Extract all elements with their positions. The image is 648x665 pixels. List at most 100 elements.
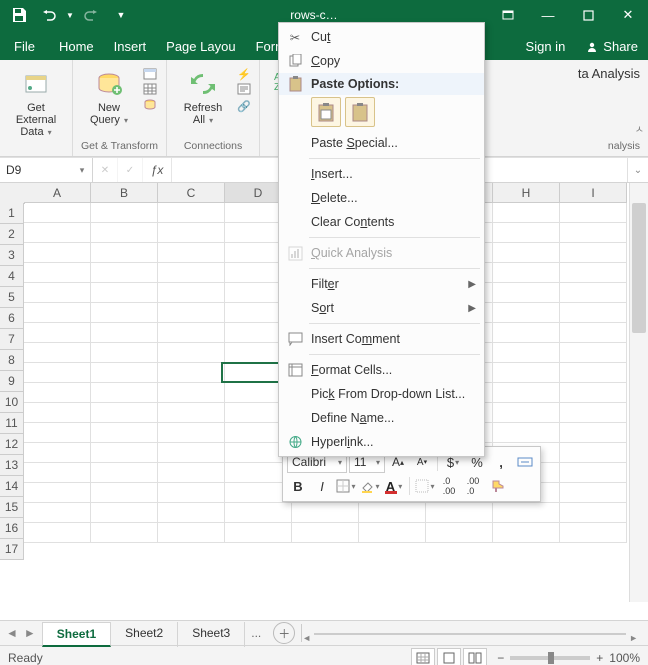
cm-cut[interactable]: ✂ Cut	[279, 25, 484, 49]
page-break-view-button[interactable]	[463, 648, 487, 665]
bold-button[interactable]: B	[287, 475, 309, 497]
cm-paste-special[interactable]: Paste Special...	[279, 131, 484, 155]
get-external-data-button[interactable]: Get External Data ▾	[8, 64, 64, 139]
cell[interactable]	[91, 243, 158, 263]
cell[interactable]	[24, 483, 91, 503]
cell[interactable]	[24, 423, 91, 443]
cell[interactable]	[493, 363, 560, 383]
cell[interactable]	[560, 383, 627, 403]
cell[interactable]	[560, 463, 627, 483]
cell[interactable]	[493, 203, 560, 223]
cell[interactable]	[24, 363, 91, 383]
name-box[interactable]: D9 ▾	[0, 158, 93, 182]
close-button[interactable]: ✕	[608, 0, 648, 30]
cell[interactable]	[493, 323, 560, 343]
cell[interactable]	[426, 523, 493, 543]
row-header[interactable]: 13	[0, 455, 24, 476]
cm-filter[interactable]: Filter ▶	[279, 272, 484, 296]
cm-pick-from-list[interactable]: Pick From Drop-down List...	[279, 382, 484, 406]
row-header[interactable]: 11	[0, 413, 24, 434]
cell[interactable]	[158, 223, 225, 243]
cell[interactable]	[24, 283, 91, 303]
decrease-decimal-button[interactable]: .00.0	[462, 475, 484, 497]
cell[interactable]	[493, 423, 560, 443]
cm-insert[interactable]: Insert...	[279, 162, 484, 186]
comma-button[interactable]: ,	[490, 451, 512, 473]
column-header[interactable]: A	[24, 183, 91, 203]
column-header[interactable]: H	[493, 183, 560, 203]
cell[interactable]	[24, 203, 91, 223]
row-header[interactable]: 3	[0, 245, 24, 266]
sheet-nav-prev[interactable]: ◄	[6, 626, 18, 640]
cell[interactable]	[493, 383, 560, 403]
cancel-formula-button[interactable]: ✕	[93, 158, 118, 182]
cell[interactable]	[24, 443, 91, 463]
cell[interactable]	[158, 243, 225, 263]
cell[interactable]	[158, 363, 225, 383]
cell[interactable]	[158, 203, 225, 223]
cell[interactable]	[493, 523, 560, 543]
cell[interactable]	[560, 243, 627, 263]
cell[interactable]	[560, 523, 627, 543]
row-header[interactable]: 2	[0, 224, 24, 245]
cell[interactable]	[359, 503, 426, 523]
file-tab[interactable]: File	[0, 33, 49, 60]
page-layout-view-button[interactable]	[437, 648, 461, 665]
show-queries-button[interactable]	[143, 68, 157, 81]
cell[interactable]	[91, 343, 158, 363]
cell[interactable]	[24, 323, 91, 343]
save-button[interactable]	[6, 2, 32, 28]
tab-home[interactable]: Home	[49, 33, 104, 60]
cell[interactable]	[158, 303, 225, 323]
column-header[interactable]: C	[158, 183, 225, 203]
cell[interactable]	[225, 503, 292, 523]
normal-view-button[interactable]	[411, 648, 435, 665]
cell[interactable]	[560, 323, 627, 343]
redo-button[interactable]	[78, 2, 104, 28]
share-button[interactable]: Share	[575, 33, 648, 60]
expand-formula-bar-button[interactable]: ⌄	[627, 158, 648, 182]
enter-formula-button[interactable]: ✓	[118, 158, 143, 182]
cell[interactable]	[91, 283, 158, 303]
cell[interactable]	[426, 503, 493, 523]
cell[interactable]	[493, 263, 560, 283]
cell[interactable]	[24, 463, 91, 483]
cell[interactable]	[158, 323, 225, 343]
cell[interactable]	[560, 443, 627, 463]
cell[interactable]	[493, 403, 560, 423]
row-header[interactable]: 6	[0, 308, 24, 329]
cell[interactable]	[91, 403, 158, 423]
undo-more-icon[interactable]: ▼	[66, 11, 74, 20]
qat-customize-icon[interactable]: ▼	[108, 2, 134, 28]
cell[interactable]	[158, 403, 225, 423]
cell[interactable]	[560, 423, 627, 443]
tab-insert[interactable]: Insert	[104, 33, 157, 60]
cm-delete[interactable]: Delete...	[279, 186, 484, 210]
cell[interactable]	[91, 443, 158, 463]
row-header[interactable]: 5	[0, 287, 24, 308]
cm-format-cells[interactable]: Format Cells...	[279, 358, 484, 382]
edit-links-button[interactable]: 🔗	[237, 100, 251, 113]
properties-button[interactable]	[237, 83, 251, 98]
maximize-button[interactable]	[568, 0, 608, 30]
cell[interactable]	[158, 423, 225, 443]
cell[interactable]	[91, 323, 158, 343]
cell[interactable]	[91, 363, 158, 383]
cell[interactable]	[560, 343, 627, 363]
cell[interactable]	[292, 523, 359, 543]
sign-in-button[interactable]: Sign in	[516, 33, 576, 60]
cm-hyperlink[interactable]: Hyperlink...	[279, 430, 484, 454]
row-header[interactable]: 8	[0, 350, 24, 371]
cell[interactable]	[91, 303, 158, 323]
cell[interactable]	[158, 343, 225, 363]
more-sheets-button[interactable]: ...	[245, 626, 267, 640]
cell[interactable]	[91, 503, 158, 523]
cell[interactable]	[560, 403, 627, 423]
cell[interactable]	[493, 223, 560, 243]
new-query-button[interactable]: New Query ▾	[81, 64, 137, 127]
row-header[interactable]: 7	[0, 329, 24, 350]
cell[interactable]	[158, 283, 225, 303]
row-header[interactable]: 4	[0, 266, 24, 287]
cell[interactable]	[24, 403, 91, 423]
cell[interactable]	[158, 523, 225, 543]
